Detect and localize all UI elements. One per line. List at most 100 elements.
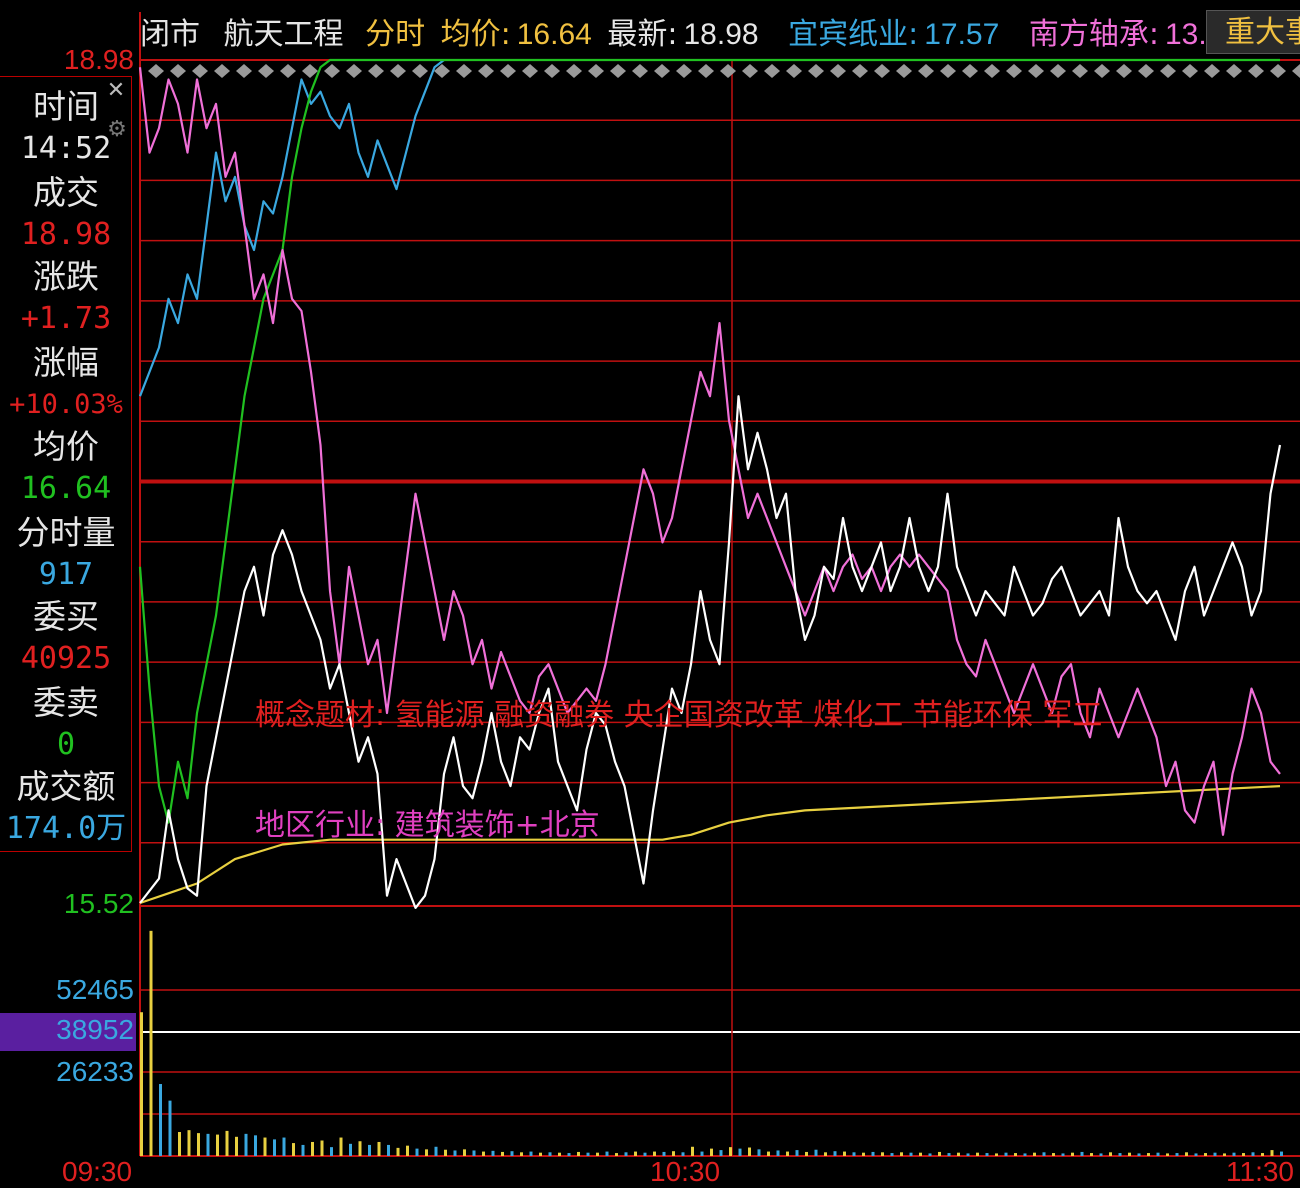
volume-bar: [947, 1153, 951, 1156]
limit-up-marker: [1116, 64, 1132, 78]
limit-up-marker: [1072, 64, 1088, 78]
volume-bar: [140, 1012, 143, 1156]
volume-bar: [311, 1141, 314, 1156]
volume-bar: [1118, 1153, 1122, 1156]
volume-bar: [843, 1151, 846, 1156]
volume-bar: [548, 1152, 552, 1156]
limit-up-marker: [698, 64, 714, 78]
limit-up-marker: [500, 64, 516, 78]
limit-up-marker: [1292, 64, 1300, 78]
volume-bar: [1185, 1152, 1188, 1156]
info-panel: ✕ ⚙ 时间 14:52 成交 18.98 涨跌 +1.73 涨幅 +10.03…: [0, 76, 132, 852]
limit-up-marker: [918, 64, 934, 78]
volume-bar: [320, 1140, 324, 1156]
volume-bar: [216, 1134, 219, 1156]
limit-up-marker: [742, 64, 758, 78]
volume-bar: [425, 1149, 428, 1156]
volume-label: 分时量: [16, 513, 116, 552]
stock-name[interactable]: 航天工程: [224, 17, 344, 52]
volume-bar: [1175, 1153, 1179, 1156]
limit-up-marker: [390, 64, 406, 78]
limit-up-marker: [632, 64, 648, 78]
limit-up-marker: [1204, 64, 1220, 78]
limit-up-marker: [258, 64, 274, 78]
limit-up-marker: [324, 64, 340, 78]
volume-bar: [852, 1152, 856, 1156]
limit-up-marker: [852, 64, 868, 78]
volume-bar: [453, 1150, 457, 1156]
volume-bar: [1156, 1152, 1160, 1156]
volume-bar: [368, 1144, 371, 1156]
compare2-label[interactable]: 南方轴承:: [1029, 17, 1159, 52]
price-axis-bottom: 15.52: [63, 888, 134, 919]
volume-bar: [396, 1147, 400, 1156]
limit-up-marker: [456, 64, 472, 78]
limit-up-marker: [302, 64, 318, 78]
limit-up-marker: [874, 64, 890, 78]
region-annotation: 地区行业: 建筑装饰+北京: [255, 808, 600, 843]
limit-up-marker: [808, 64, 824, 78]
volume-bar: [985, 1153, 989, 1156]
volume-value: 917: [38, 557, 94, 592]
limit-up-marker: [654, 64, 670, 78]
volume-bar: [833, 1151, 837, 1156]
intraday-chart[interactable]: [0, 0, 1300, 1182]
volume-bar: [444, 1149, 447, 1156]
volume-bar: [1147, 1153, 1150, 1156]
limit-up-marker: [786, 64, 802, 78]
limit-up-marker: [588, 64, 604, 78]
volume-tick-3: 26233: [56, 1056, 134, 1087]
compare1-label[interactable]: 宜宾纸业:: [788, 17, 918, 52]
limit-up-marker: [236, 64, 252, 78]
ask-label: 委卖: [33, 683, 99, 722]
volume-bar: [643, 1152, 647, 1156]
limit-up-marker: [368, 64, 384, 78]
volume-bar: [1061, 1153, 1065, 1156]
volume-bar: [890, 1153, 894, 1156]
volume-bar: [168, 1100, 172, 1156]
volume-bar: [529, 1151, 533, 1156]
deal-value: 18.98: [20, 217, 112, 252]
limit-up-marker: [1028, 64, 1044, 78]
limit-up-marker: [1182, 64, 1198, 78]
volume-bar: [919, 1152, 922, 1156]
volume-bar: [1023, 1153, 1027, 1156]
volume-bar: [206, 1133, 210, 1156]
volume-bar: [377, 1141, 381, 1156]
major-events-button[interactable]: 重大事: [1206, 10, 1300, 54]
volume-bar: [814, 1149, 818, 1156]
volume-bar: [710, 1148, 713, 1156]
volume-bar: [501, 1151, 504, 1156]
limit-up-marker: [478, 64, 494, 78]
volume-bar: [900, 1152, 903, 1156]
limit-up-marker: [566, 64, 582, 78]
volume-bar: [558, 1152, 561, 1156]
volume-bar: [767, 1151, 770, 1156]
limit-up-marker: [940, 64, 956, 78]
volume-bar: [1137, 1153, 1141, 1156]
volume-bar: [1090, 1153, 1093, 1156]
limit-up-marker: [1138, 64, 1154, 78]
volume-bar: [691, 1146, 694, 1156]
volume-bar: [1109, 1152, 1112, 1156]
mode-label[interactable]: 分时: [365, 17, 425, 52]
volume-bar: [862, 1152, 865, 1156]
volume-bar: [786, 1151, 789, 1156]
volume-tick-1: 52465: [56, 974, 134, 1005]
volume-bar: [235, 1136, 238, 1156]
volume-bar: [254, 1135, 257, 1156]
volume-bar: [615, 1153, 618, 1156]
volume-bar: [330, 1147, 333, 1156]
volume-bar: [149, 930, 153, 1156]
limit-up-marker: [148, 64, 164, 78]
volume-bar: [463, 1149, 466, 1156]
limit-up-marker: [720, 64, 736, 78]
volume-bar: [586, 1152, 590, 1156]
limit-up-marker: [522, 64, 538, 78]
volume-bar: [1052, 1153, 1055, 1156]
avg-value-panel: 16.64: [20, 471, 112, 506]
volume-bar: [757, 1149, 761, 1156]
volume-bar: [577, 1151, 580, 1156]
volume-bar: [824, 1152, 827, 1156]
volume-bar: [178, 1132, 181, 1156]
